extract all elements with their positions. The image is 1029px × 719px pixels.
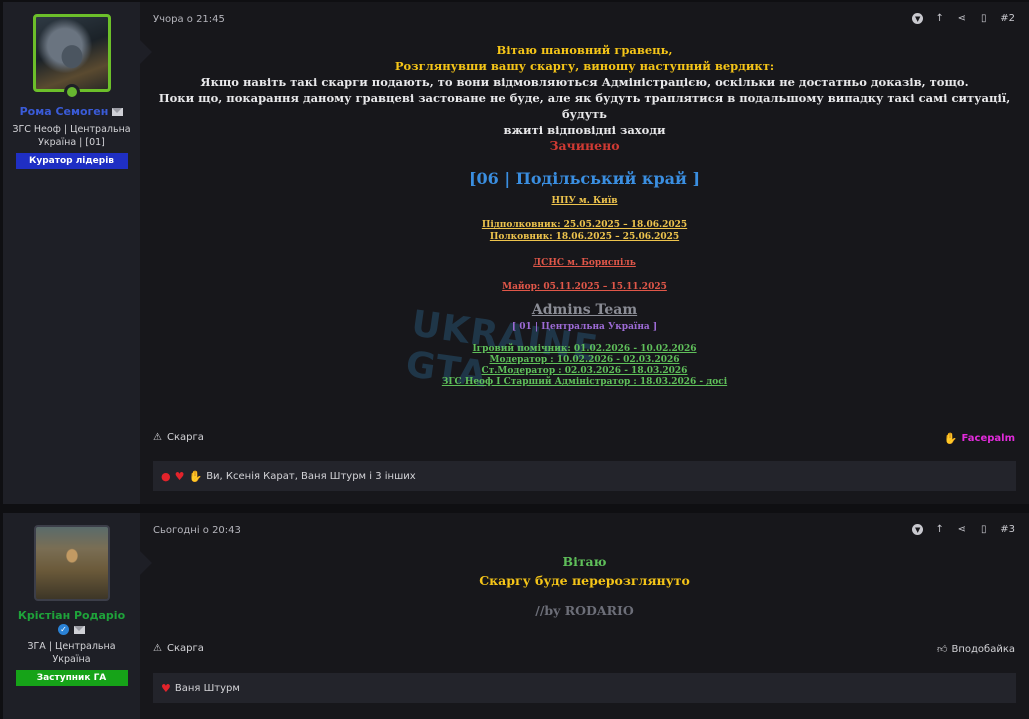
author-sidebar: Рома Семоген ЗГС Неоф | Центральна Украї… [3,2,152,504]
greeting: Вітаю [562,554,607,569]
reactions-bar[interactable]: ● ♥ ✋ Ви, Ксенія Карат, Ваня Штурм і 3 і… [153,461,1016,491]
author-sidebar: Крістіан Родаріо ✓ ЗГА | Центральна Укра… [3,513,152,719]
avatar[interactable] [32,14,111,100]
facepalm-icon: ✋ [943,432,958,445]
envelope-icon[interactable] [112,107,124,116]
text-line: Якщо навіть такі скарги подають, то вони… [200,75,969,89]
online-indicator [63,84,80,100]
signature-rank: Майор: 05.11.2025 – 15.11.2025 [502,282,667,292]
signature-npu: НПУ м. Київ [551,196,618,206]
reactions-text[interactable]: Ви, Ксенія Карат, Ваня Штурм і 3 інших [206,471,415,482]
username[interactable]: Крістіан Родаріо [18,609,125,622]
bookmark-icon[interactable]: ▯ [978,13,989,24]
signature-server: [06 | Подільський край ] [468,169,701,188]
username-text[interactable]: Крістіан Родаріо [18,609,125,622]
report-label: Скарга [166,643,204,654]
signature-rank: Підполковник: 25.05.2025 – 18.06.2025 [481,220,688,230]
post-3: Крістіан Родаріо ✓ ЗГА | Центральна Укра… [3,513,1029,719]
user-banner: Заступник ГА [15,670,128,686]
post-2: Рома Семоген ЗГС Неоф | Центральна Украї… [3,2,1029,504]
post-body: Вітаю шановний гравець, Розглянувши вашу… [140,42,1029,387]
user-title: ЗГА | Центральна Україна [27,641,116,665]
facepalm-icon: ✋ [188,469,203,483]
signature-role: ЗГС Неоф I Старший Адміністратор : 18.03… [441,377,728,387]
signature-role: Ігровий помічник: 01.02.2026 - 10.02.202… [472,344,697,354]
heart-icon: ♥ [174,469,185,483]
share-icon[interactable]: ⋖ [956,524,967,535]
like-label: Вподобайка [951,643,1015,655]
signature-region: [ 01 | Центральна Україна ] [511,322,658,332]
text-line: вжиті відповідні заходи [503,123,666,137]
bookmark-icon[interactable]: ▯ [978,524,989,535]
chevron-down-icon[interactable]: ▼ [912,524,924,535]
envelope-icon[interactable] [74,626,85,634]
closed-status: Зачинено [549,138,620,153]
warning-icon: ⚠ [153,432,162,443]
reaction-label: Facepalm [961,433,1015,444]
signature-rank: Полковник: 18.06.2025 – 25.06.2025 [489,232,680,242]
report-label: Скарга [166,432,204,443]
signature-role: Ст.Модератор : 02.03.2026 - 18.03.2026 [481,366,688,376]
username-text[interactable]: Рома Семоген [20,105,109,118]
share-icon[interactable]: ⋖ [956,13,967,24]
user-banner: Куратор лідерів [15,153,128,169]
arrow-up-icon[interactable]: ↑ [934,13,945,24]
user-icons: ✓ [58,624,85,635]
warning-icon: ⚠ [153,643,162,654]
signature-role: Модератор : 10.02.2026 - 02.03.2026 [489,355,680,365]
heart-icon: ♥ [161,681,171,695]
avatar[interactable] [33,525,110,601]
post-tools: ▼ ↑ ⋖ ▯ #2 [912,13,1015,24]
verdict-line: Розглянувши вашу скаргу, виношу наступни… [394,59,775,73]
reaction-button[interactable]: ✋ Facepalm [944,432,1015,445]
angry-reaction-icon: ● [161,469,171,483]
text-line: Поки що, покарання даному гравцеві засто… [158,91,1011,121]
user-title: ЗГС Неоф | Центральна Україна | [01] [12,124,131,148]
verified-icon: ✓ [58,624,69,635]
report-button[interactable]: ⚠ Скарга [153,643,204,654]
like-button[interactable]: 👍︎ Вподобайка [937,643,1015,656]
greeting: Вітаю шановний гравець, [496,43,673,57]
post-number[interactable]: #3 [1000,524,1015,535]
signature-admins: Admins Team [531,302,638,318]
post-main: Сьогодні о 20:43 ▼ ↑ ⋖ ▯ #3 Вітаю Скаргу… [140,513,1029,719]
post-number[interactable]: #2 [1000,13,1015,24]
post-time[interactable]: Учора о 21:45 [153,14,225,25]
report-button[interactable]: ⚠ Скарга [153,432,204,443]
post-body: Вітаю Скаргу буде перерозглянуто //by RO… [140,553,1029,618]
reactions-bar[interactable]: ♥ Ваня Штурм [153,673,1016,703]
username[interactable]: Рома Семоген [20,105,124,118]
post-time[interactable]: Сьогодні о 20:43 [153,525,241,536]
post-tools: ▼ ↑ ⋖ ▯ #3 [912,524,1015,535]
post-main: Учора о 21:45 ▼ ↑ ⋖ ▯ #2 UKRAINE GTA Віта… [140,2,1029,504]
signature-dsns: ДСНС м. Бориспіль [533,258,636,268]
thumbs-up-icon: 👍︎ [937,644,948,655]
chevron-down-icon[interactable]: ▼ [912,13,924,24]
reactions-text[interactable]: Ваня Штурм [175,683,240,694]
signature: //by RODARIO [535,603,634,618]
arrow-up-icon[interactable]: ↑ [934,524,945,535]
message-line: Скаргу буде перерозглянуто [479,573,690,588]
